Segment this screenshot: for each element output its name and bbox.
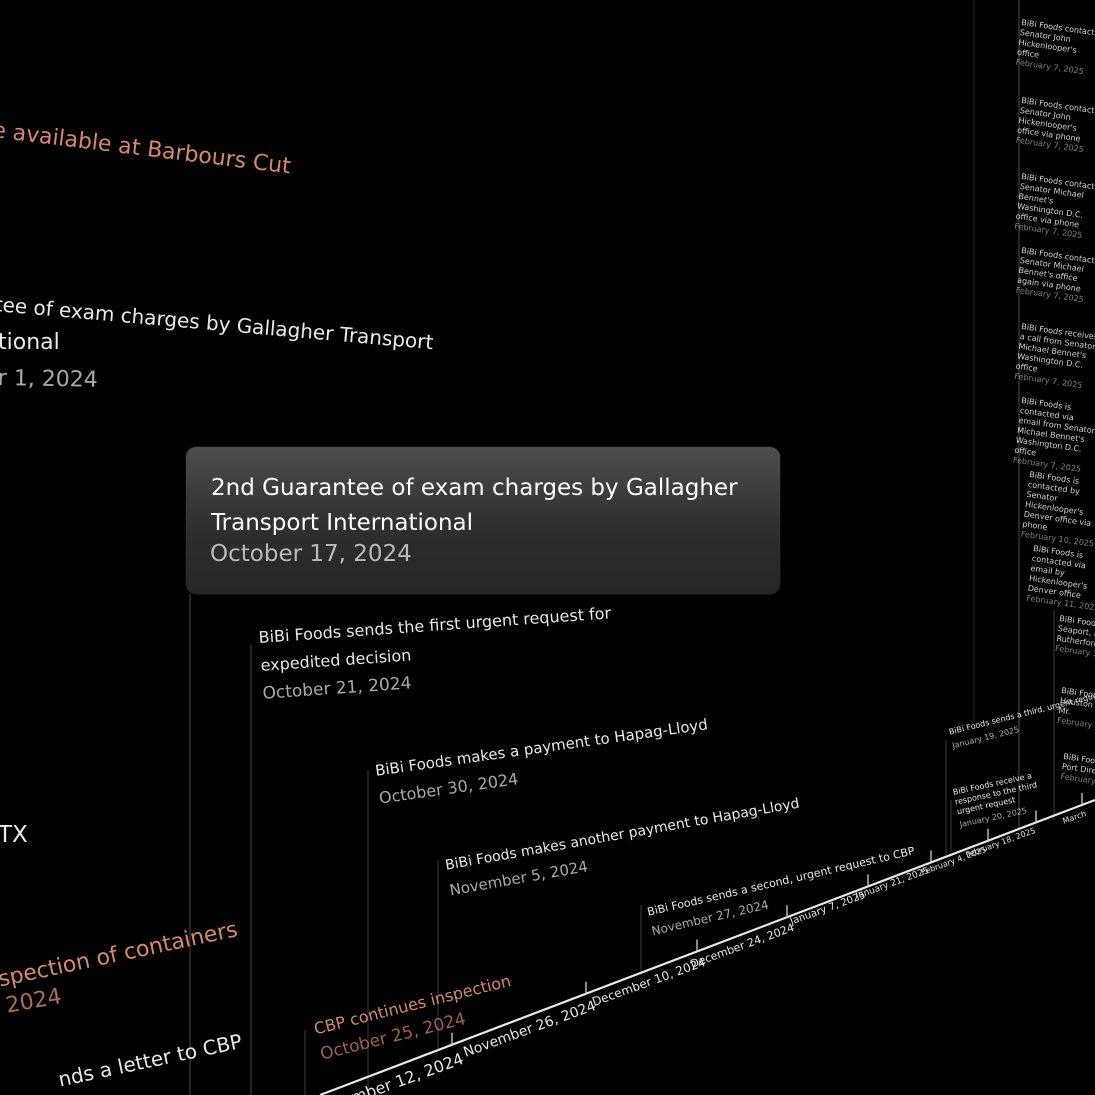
event-fragment-exam-title-2: tional [0, 330, 60, 355]
right-event-title: BiBi Foods is contacted by Senator Hicke… [1021, 470, 1092, 532]
tooltip-title: 2nd Guarantee of exam charges by Gallagh… [211, 475, 738, 536]
right-event-label[interactable]: BiBi Foods is contacted via email by Hic… [1026, 544, 1095, 614]
timeline-canvas: e available at Barbours Cut tee of exam … [0, 0, 1095, 1095]
right-event-label[interactable]: BiBi Foods receives a call from Senator … [1014, 322, 1095, 392]
event-tooltip: 2nd Guarantee of exam charges by Gallagh… [186, 447, 780, 594]
right-event-label[interactable]: BiBi Foods contacts Senator John Hickenl… [1015, 18, 1095, 78]
right-event-title: BiBi Foods is contacted via email from S… [1013, 396, 1095, 458]
right-event-label[interactable]: BiBi Foods contacts Senator Michael Benn… [1015, 246, 1095, 306]
right-event-label[interactable]: BiBi Foods is contacted via email from S… [1012, 396, 1095, 476]
event-fragment-exam-date: r 1, 2024 [0, 366, 99, 393]
tooltip-date: October 17, 2024 [210, 541, 412, 567]
right-event-label[interactable]: BiBi Foods is contacted by Senator Hicke… [1020, 470, 1095, 550]
right-event-label[interactable]: BiBi Foods contacts Senator John Hickenl… [1015, 96, 1095, 156]
right-event-title: BiBi Foods contacts Seaport, Mr. Rutherf… [1055, 614, 1095, 649]
right-event-title: BiBi Foods contacts Houston Seaport, Mr. [1057, 686, 1095, 717]
right-event-label[interactable]: BiBi Foods contacts Senator Michael Benn… [1014, 172, 1095, 242]
right-event-title: BiBi Foods is contacted via email by Hic… [1027, 544, 1088, 600]
right-event-title: BiBi Foods contacts Senator Michael Benn… [1015, 172, 1095, 230]
event-fragment-tx: TX [0, 822, 28, 848]
right-event-title: BiBi Foods receives a call from Senator … [1015, 322, 1095, 374]
